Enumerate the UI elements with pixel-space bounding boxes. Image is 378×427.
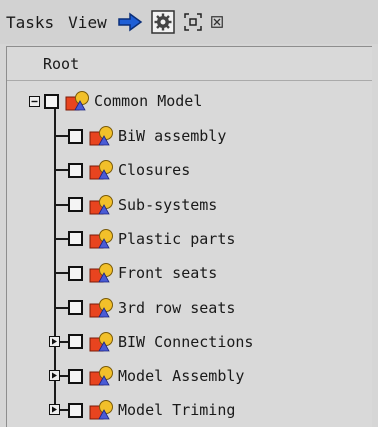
- tree-header-label: Root: [43, 54, 80, 73]
- tree-node-label: Plastic parts: [118, 229, 236, 248]
- visibility-checkbox[interactable]: [68, 300, 83, 315]
- toolbar: Tasks View: [0, 0, 378, 44]
- tree-connector-horizontal: [54, 135, 68, 137]
- expand-plus-icon[interactable]: [49, 370, 60, 382]
- tree-node-label: Sub-systems: [118, 195, 218, 214]
- tree-node-label: Model Assembly: [118, 367, 245, 386]
- arrow-right-icon[interactable]: [117, 12, 143, 32]
- part-assembly-icon: [65, 91, 89, 111]
- close-small-icon[interactable]: [210, 16, 223, 28]
- visibility-checkbox[interactable]: [68, 265, 83, 281]
- menu-view[interactable]: View: [68, 13, 107, 32]
- part-assembly-icon: [89, 400, 113, 420]
- expand-plus-icon[interactable]: [49, 404, 60, 416]
- visibility-checkbox[interactable]: [68, 128, 83, 144]
- part-assembly-icon: [89, 228, 113, 249]
- tree-node-label: BIW Connections: [118, 332, 254, 351]
- tree-node-item[interactable]: 3rd row seats: [68, 291, 235, 325]
- visibility-checkbox[interactable]: [68, 162, 83, 178]
- tree-node-label: Closures: [118, 161, 191, 180]
- tree-header[interactable]: Root: [7, 47, 372, 81]
- fit-frame-icon[interactable]: [183, 12, 203, 32]
- part-assembly-icon: [89, 366, 113, 386]
- tree-node-label: Front seats: [118, 264, 218, 283]
- collapse-minus-icon[interactable]: [29, 95, 40, 107]
- tree-node-item[interactable]: Model Triming: [68, 393, 235, 427]
- visibility-checkbox[interactable]: [68, 334, 83, 350]
- tree-connector-horizontal: [54, 237, 68, 240]
- tree-panel: Root Common Model BiW assembly Closures Su…: [6, 46, 372, 427]
- tree-node-label: Common Model: [94, 92, 203, 110]
- tree-connector-horizontal: [54, 272, 68, 275]
- visibility-checkbox[interactable]: [68, 368, 83, 384]
- tree-node-item[interactable]: Model Assembly: [68, 359, 244, 393]
- visibility-checkbox[interactable]: [68, 402, 83, 418]
- tree-node-item[interactable]: Sub-systems: [68, 188, 217, 222]
- tree-node-item[interactable]: BIW Connections: [68, 325, 253, 359]
- visibility-checkbox[interactable]: [44, 93, 59, 109]
- tree-node-item[interactable]: Front seats: [68, 256, 217, 290]
- tree-connector-vertical: [54, 109, 56, 411]
- part-assembly-icon: [89, 297, 113, 317]
- part-assembly-icon: [89, 126, 113, 146]
- part-assembly-icon: [89, 263, 113, 283]
- tree-node-item[interactable]: Plastic parts: [68, 222, 235, 256]
- part-assembly-icon: [89, 331, 113, 352]
- visibility-checkbox[interactable]: [68, 197, 83, 213]
- part-assembly-icon: [89, 194, 113, 215]
- menu-tasks[interactable]: Tasks: [6, 13, 54, 32]
- visibility-checkbox[interactable]: [68, 231, 83, 247]
- part-assembly-icon: [89, 160, 113, 180]
- tree-connector-horizontal: [54, 203, 68, 206]
- settings-gear-icon[interactable]: [150, 10, 175, 34]
- tree-connector-horizontal: [54, 169, 68, 172]
- tree-node-label: 3rd row seats: [118, 298, 236, 317]
- tree-node-item[interactable]: BiW assembly: [68, 119, 226, 153]
- tree-node-item[interactable]: Closures: [68, 153, 190, 187]
- expand-plus-icon[interactable]: [49, 335, 60, 347]
- tree-node-label: BiW assembly: [118, 127, 227, 145]
- tree-connector-horizontal: [54, 306, 68, 309]
- tree-node-common-model[interactable]: Common Model: [29, 84, 202, 118]
- tree-node-label: Model Triming: [118, 401, 236, 420]
